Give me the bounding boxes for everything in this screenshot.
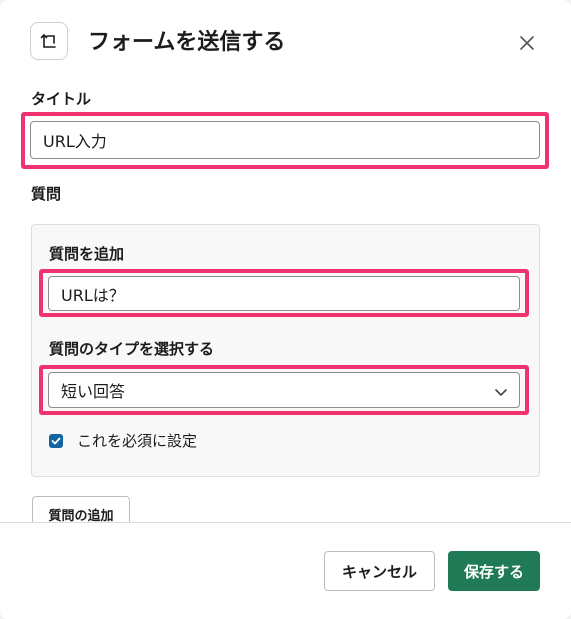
modal-footer: キャンセル 保存する [0,522,571,619]
form-icon [30,22,68,60]
required-label: これを必須に設定 [77,432,198,450]
submit-form-modal: フォームを送信する タイトル URL入力 質問 質問を追加 URLは？ 質問のタ… [0,0,571,619]
question-type-select[interactable]: 短い回答 [48,372,520,408]
questions-label: 質問 [31,185,62,203]
checkmark-icon [51,437,61,445]
question-type-value: 短い回答 [61,382,126,401]
question-type-label: 質問のタイプを選択する [49,340,215,358]
modal-header: フォームを送信する [0,0,571,84]
close-button[interactable] [514,30,540,56]
chevron-down-icon [495,389,507,396]
title-label: タイトル [31,90,92,108]
cancel-button[interactable]: キャンセル [324,551,435,591]
question-input[interactable]: URLは？ [48,276,520,311]
title-input[interactable]: URL入力 [30,121,540,159]
close-icon [520,36,534,50]
modal-title: フォームを送信する [88,30,286,55]
add-question-label: 質問を追加 [49,245,125,263]
save-button[interactable]: 保存する [448,551,540,591]
required-checkbox[interactable] [49,434,63,448]
form-icon-glyph [40,34,56,48]
